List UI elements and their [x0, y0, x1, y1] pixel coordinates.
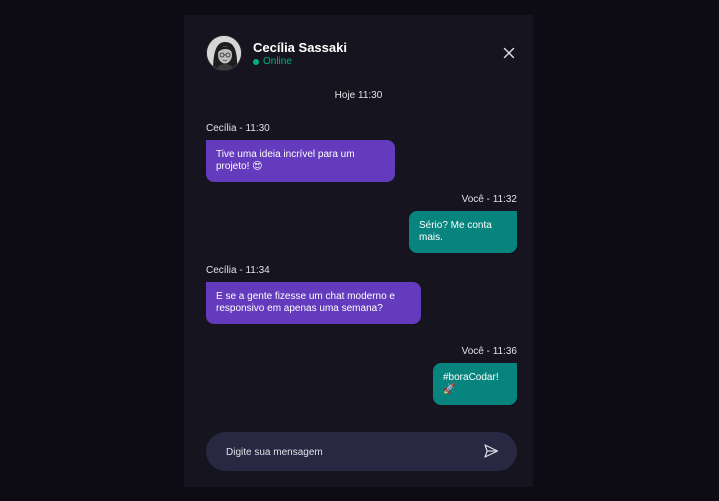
message-bubble-incoming: Tive uma ideia incrível para um projeto!… — [206, 140, 395, 182]
message-bubble-outgoing: #boraCodar! 🚀 — [433, 363, 517, 405]
message-meta: Cecília - 11:34 — [206, 265, 270, 276]
online-dot-icon — [253, 58, 259, 65]
message-bubble-incoming: E se a gente fizesse um chat moderno e r… — [206, 282, 421, 324]
day-separator: Hoje 11:30 — [334, 90, 383, 101]
message-bubble-outgoing: Sério? Me conta mais. — [409, 211, 517, 253]
avatar — [206, 35, 242, 71]
message-meta: Você - 11:36 — [461, 346, 517, 357]
message-meta: Você - 11:32 — [461, 194, 517, 205]
close-icon[interactable] — [501, 45, 517, 61]
send-icon[interactable] — [483, 443, 499, 459]
chat-header: Cecília Sassaki Online — [206, 35, 517, 71]
contact-name: Cecília Sassaki — [253, 40, 347, 55]
status-label: Online — [263, 56, 292, 67]
message-composer — [206, 432, 517, 473]
message-meta: Cecília - 11:30 — [206, 123, 270, 134]
contact-status: Online — [253, 56, 292, 67]
message-input[interactable] — [224, 432, 468, 473]
avatar-image — [207, 36, 241, 70]
chat-window: Cecília Sassaki Online Hoje 11:30 Cecíli… — [184, 15, 533, 487]
